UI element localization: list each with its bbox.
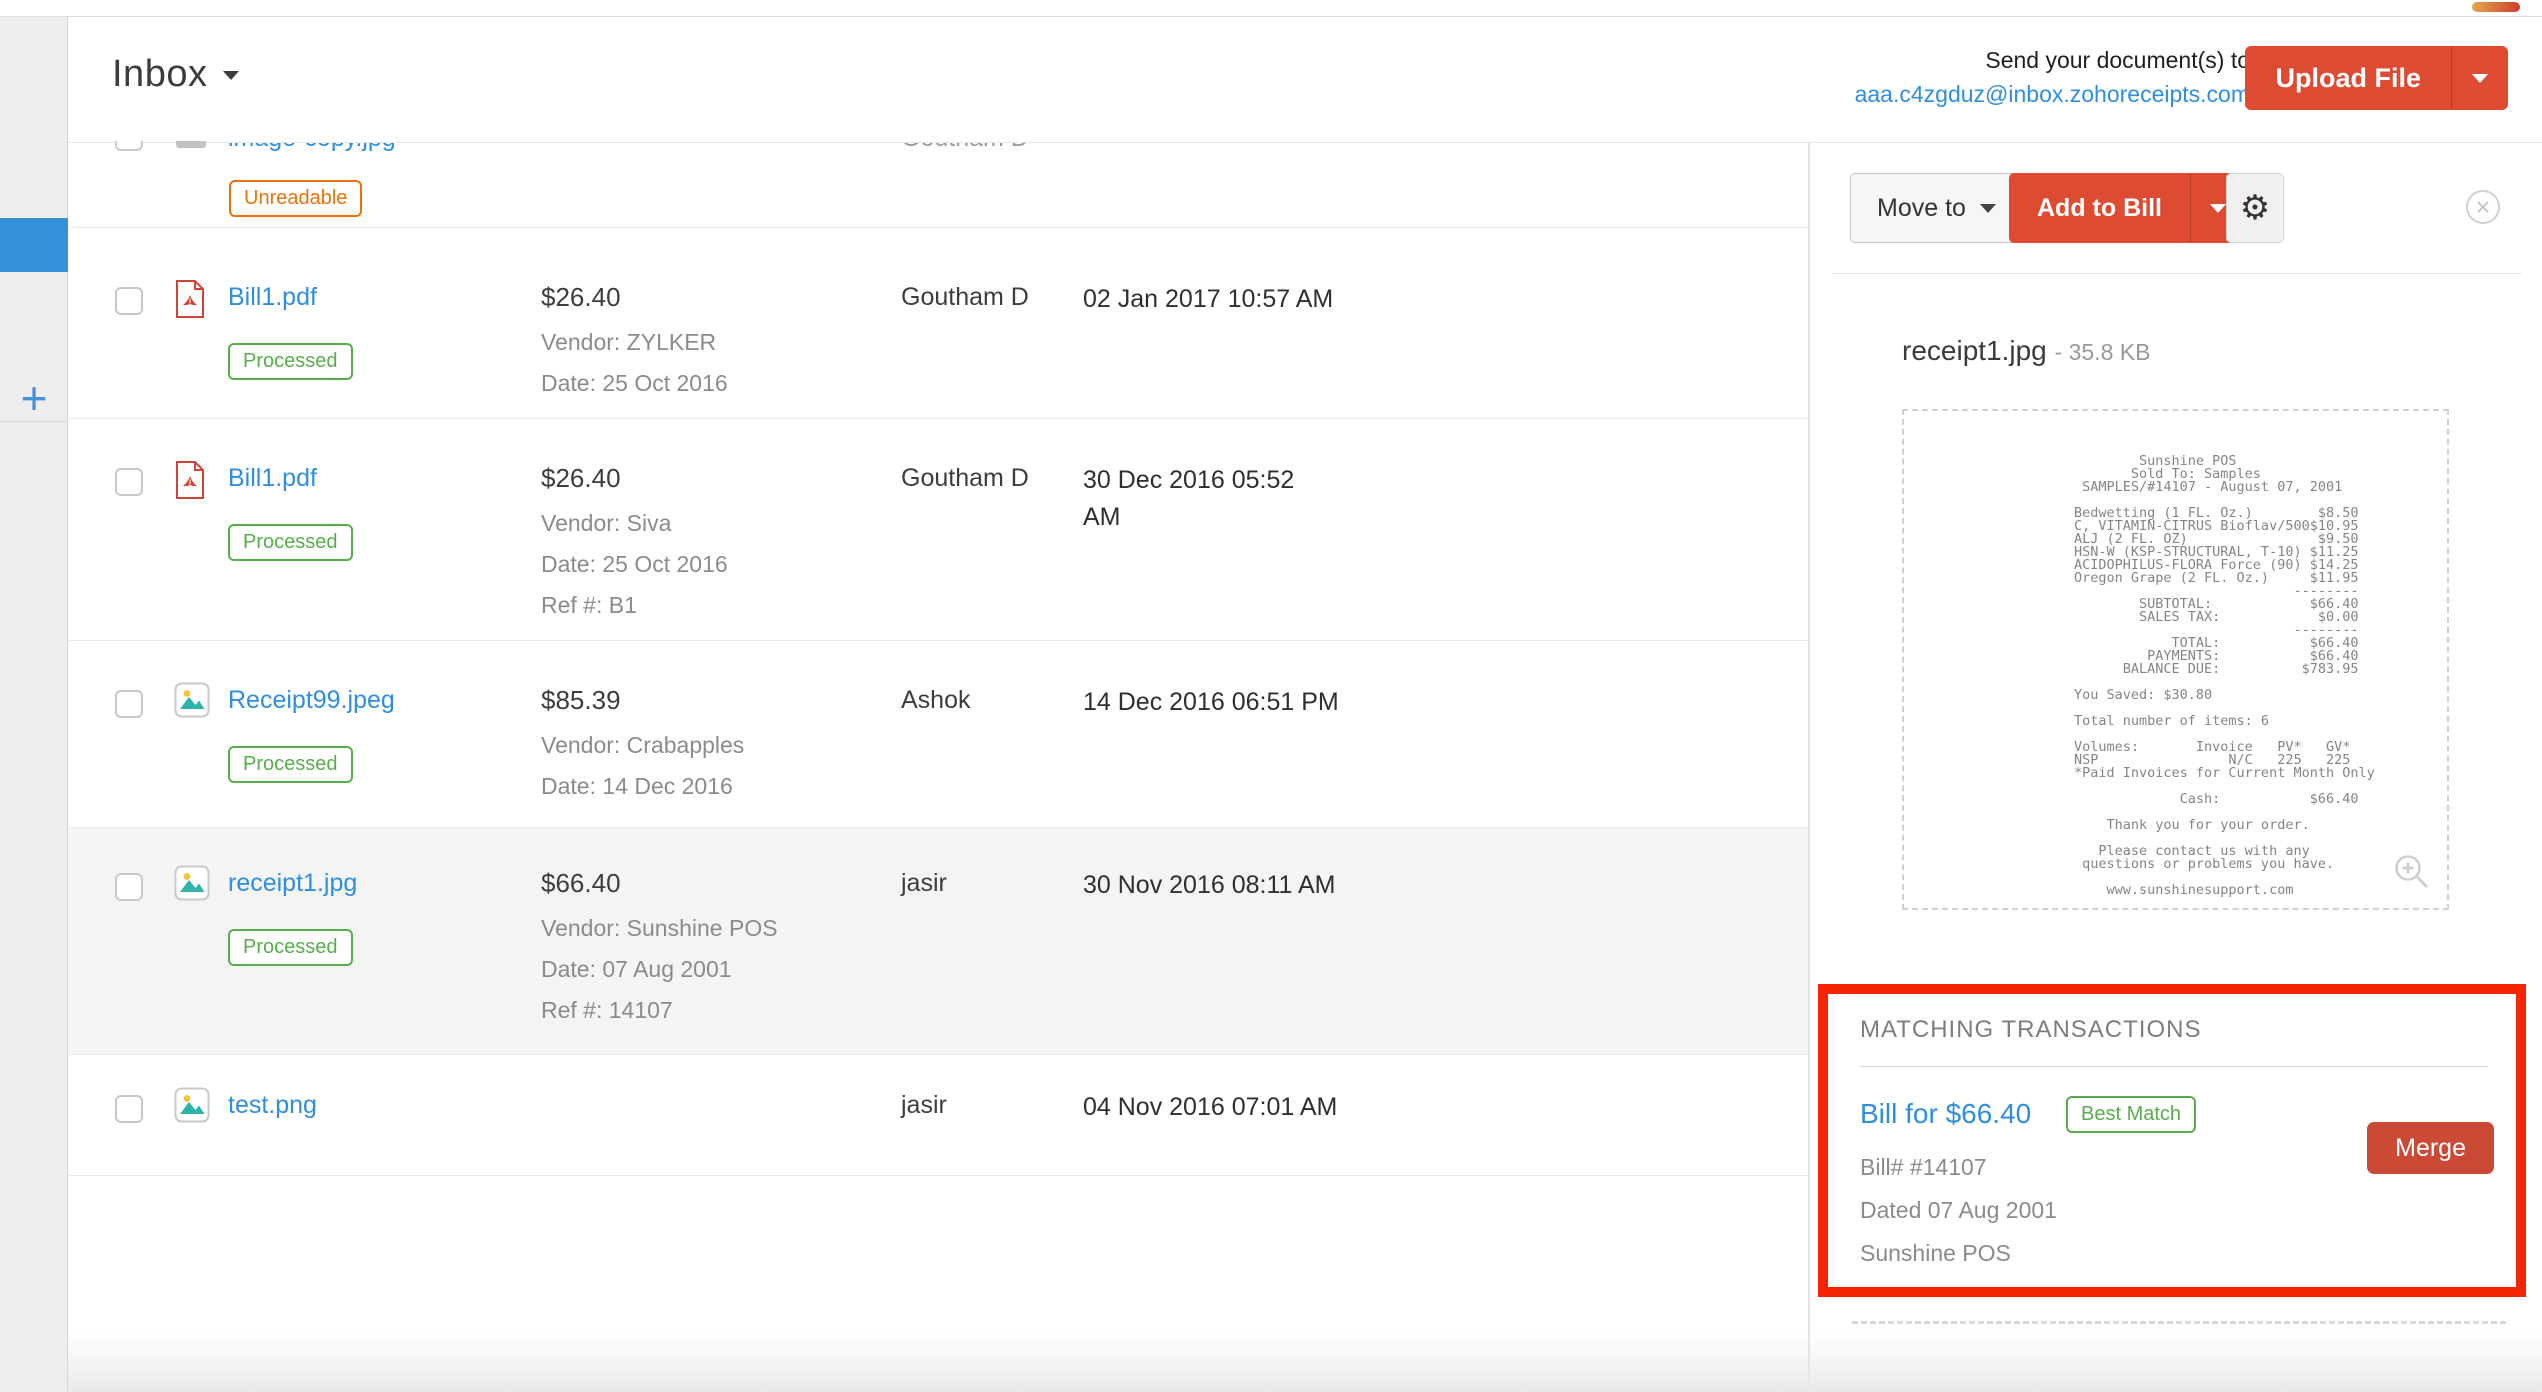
matching-divider <box>1860 1066 2488 1067</box>
matched-bill-details: Bill# #14107 Dated 07 Aug 2001 Sunshine … <box>1860 1146 2057 1275</box>
zoom-in-icon[interactable] <box>2391 851 2433 898</box>
document-meta: Vendor: Crabapples Date: 14 Dec 2016 <box>541 725 744 807</box>
move-to-button[interactable]: Move to <box>1850 173 2023 243</box>
table-row[interactable]: Bill1.pdf Processed $26.40 Vendor: ZYLKE… <box>68 228 1808 419</box>
matched-bill-link[interactable]: Bill for $66.40 <box>1860 1098 2031 1130</box>
row-checkbox[interactable] <box>115 468 143 496</box>
close-icon: ✕ <box>2475 198 2491 219</box>
upload-file-label[interactable]: Upload File <box>2245 46 2451 110</box>
receipt-image-text: Sunshine POS Sold To: Samples SAMPLES/#1… <box>2074 455 2375 897</box>
table-row[interactable]: Receipt99.jpeg Processed $85.39 Vendor: … <box>68 641 1808 828</box>
uploader-name: Ashok <box>901 686 970 715</box>
uploader-name: Goutham D <box>901 283 1029 312</box>
chevron-down-icon <box>2210 204 2226 213</box>
status-badge-processed: Processed <box>228 929 353 966</box>
send-documents-info: Send your document(s) to aaa.c4zgduz@inb… <box>1855 43 2250 111</box>
matching-transactions-heading: MATCHING TRANSACTIONS <box>1860 1016 2201 1044</box>
gear-icon: ⚙ <box>2240 188 2270 228</box>
uploader-name: jasir <box>901 1091 947 1120</box>
chevron-down-icon <box>2472 74 2488 83</box>
browser-top-strip <box>0 0 2542 17</box>
file-type-icon <box>174 1087 210 1128</box>
add-organization-button[interactable]: + <box>0 375 68 421</box>
add-to-bill-label[interactable]: Add to Bill <box>2009 173 2190 243</box>
document-amount: $26.40 <box>541 280 728 314</box>
preview-file-name: receipt1.jpg <box>1902 335 2047 366</box>
page-header: Inbox Send your document(s) to aaa.c4zgd… <box>68 17 2542 143</box>
document-amount: $85.39 <box>541 683 744 717</box>
preview-file-size: - 35.8 KB <box>2055 339 2151 365</box>
uploader-clipped: Goutham D <box>901 143 1041 151</box>
table-row[interactable]: test.png jasir 04 Nov 2016 07:01 AM <box>68 1055 1808 1176</box>
document-meta: Vendor: Sunshine POS Date: 07 Aug 2001 R… <box>541 908 778 1031</box>
file-type-icon <box>174 460 206 505</box>
file-name-link[interactable]: test.png <box>228 1091 317 1119</box>
panel-divider <box>1832 273 2522 274</box>
inbox-title-dropdown[interactable]: Inbox <box>112 53 239 96</box>
upload-timestamp: 30 Dec 2016 05:52 AM <box>1083 462 1398 536</box>
status-badge-processed: Processed <box>228 746 353 783</box>
chevron-down-icon <box>223 71 239 80</box>
document-meta: Vendor: Siva Date: 25 Oct 2016 Ref #: B1 <box>541 503 728 626</box>
file-name-link[interactable]: Bill1.pdf <box>228 464 317 492</box>
status-badge-processed: Processed <box>228 524 353 561</box>
settings-button[interactable]: ⚙ <box>2226 173 2284 243</box>
send-documents-label: Send your document(s) to <box>1855 43 2250 77</box>
close-panel-button[interactable]: ✕ <box>2466 190 2500 224</box>
sidebar: + <box>0 17 68 1392</box>
sidebar-divider <box>0 421 68 422</box>
matching-transactions-highlight: MATCHING TRANSACTIONS Bill for $66.40 Be… <box>1818 984 2526 1297</box>
preview-panel: Move to Add to Bill ⚙ ✕ receipt1.jpg - 3… <box>1808 143 2542 1392</box>
status-badge-unreadable: Unreadable <box>229 180 362 217</box>
inbox-file-list: image-copy.jpg Goutham D Unreadable Bill <box>68 143 1808 1392</box>
image-file-icon <box>174 865 210 901</box>
status-badge-processed: Processed <box>228 343 353 380</box>
receipt-preview-box: Sunshine POS Sold To: Samples SAMPLES/#1… <box>1902 409 2449 910</box>
upload-file-button[interactable]: Upload File <box>2245 46 2508 110</box>
move-to-label: Move to <box>1877 194 1966 223</box>
pdf-file-icon <box>174 460 206 500</box>
document-amount: $26.40 <box>541 461 728 495</box>
file-type-icon <box>174 865 210 906</box>
row-checkbox[interactable] <box>115 1095 143 1123</box>
sidebar-item-selected[interactable] <box>0 218 68 272</box>
row-checkbox[interactable] <box>115 287 143 315</box>
merge-button[interactable]: Merge <box>2367 1122 2494 1174</box>
dashed-divider <box>1852 1321 2506 1324</box>
chevron-down-icon <box>1980 204 1996 213</box>
page-title: Inbox <box>112 53 207 95</box>
file-icon-clipped <box>176 141 206 148</box>
document-meta: Vendor: ZYLKER Date: 25 Oct 2016 <box>541 322 728 404</box>
pdf-file-icon <box>174 279 206 319</box>
file-type-icon <box>174 682 210 723</box>
upload-timestamp: 02 Jan 2017 10:57 AM <box>1083 281 1398 318</box>
top-corner-decoration <box>2472 2 2520 12</box>
inbox-email-link[interactable]: aaa.c4zgduz@inbox.zohoreceipts.com <box>1855 77 2250 111</box>
file-name-link[interactable]: Bill1.pdf <box>228 283 317 311</box>
filename-clipped[interactable]: image-copy.jpg <box>228 143 488 152</box>
table-row[interactable]: receipt1.jpg Processed $66.40 Vendor: Su… <box>68 828 1808 1055</box>
file-name-link[interactable]: receipt1.jpg <box>228 869 357 897</box>
upload-file-dropdown[interactable] <box>2451 46 2508 110</box>
best-match-badge: Best Match <box>2066 1096 2196 1133</box>
table-row-clipped[interactable]: image-copy.jpg Goutham D Unreadable <box>68 143 1808 228</box>
row-checkbox[interactable] <box>115 873 143 901</box>
upload-timestamp: 04 Nov 2016 07:01 AM <box>1083 1089 1398 1126</box>
preview-file-title: receipt1.jpg - 35.8 KB <box>1902 335 2150 367</box>
uploader-name: Goutham D <box>901 464 1029 493</box>
add-to-bill-button[interactable]: Add to Bill <box>2009 173 2245 243</box>
table-row[interactable]: Bill1.pdf Processed $26.40 Vendor: Siva … <box>68 419 1808 641</box>
file-name-link[interactable]: Receipt99.jpeg <box>228 686 395 714</box>
uploader-name: jasir <box>901 869 947 898</box>
document-amount: $66.40 <box>541 866 778 900</box>
row-checkbox[interactable] <box>115 690 143 718</box>
upload-timestamp: 30 Nov 2016 08:11 AM <box>1083 867 1398 904</box>
app-window: + Inbox Send your document(s) to aaa.c4z… <box>0 0 2542 1392</box>
checkbox-clipped[interactable] <box>115 141 143 151</box>
image-file-icon <box>174 1087 210 1123</box>
file-type-icon <box>174 279 206 324</box>
upload-timestamp: 14 Dec 2016 06:51 PM <box>1083 684 1398 721</box>
image-file-icon <box>174 682 210 718</box>
